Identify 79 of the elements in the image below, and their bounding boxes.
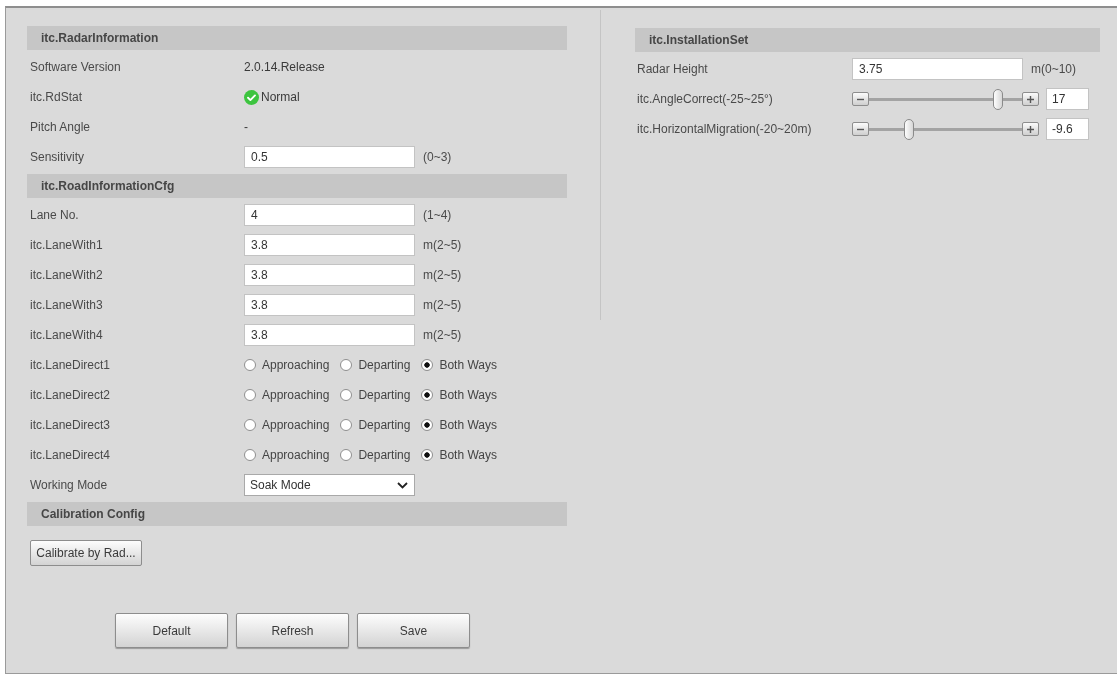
value-text: 2.0.14.Release xyxy=(244,59,325,76)
text-field[interactable]: 0.5 xyxy=(244,146,415,168)
radio-label[interactable]: Departing xyxy=(358,416,411,434)
field-label: itc.LaneDirect3 xyxy=(29,417,112,434)
increase-button[interactable] xyxy=(1022,122,1039,136)
mode-dropdown[interactable]: Soak Mode xyxy=(244,474,415,496)
range-hint: m(0~10) xyxy=(1031,61,1077,78)
action-button[interactable]: Refresh xyxy=(236,613,349,648)
field-label: itc.LaneWith2 xyxy=(29,267,104,284)
chevron-down-icon xyxy=(397,481,408,489)
radio-button[interactable] xyxy=(421,419,434,431)
radio-button[interactable] xyxy=(421,389,434,401)
radio-button[interactable] xyxy=(244,449,256,461)
section-header: Calibration Config xyxy=(27,502,567,526)
radio-button[interactable] xyxy=(244,389,256,401)
decrease-button[interactable] xyxy=(852,122,869,136)
decrease-button[interactable] xyxy=(852,92,869,106)
field-label: Pitch Angle xyxy=(29,119,92,136)
section-header: itc.RadarInformation xyxy=(27,26,567,50)
radio-label[interactable]: Approaching xyxy=(262,386,330,404)
radio-label[interactable]: Both Ways xyxy=(439,446,497,464)
text-field[interactable]: 3.8 xyxy=(244,324,415,346)
slider-thumb[interactable] xyxy=(992,88,1003,110)
radio-label[interactable]: Departing xyxy=(358,386,411,404)
radio-label[interactable]: Approaching xyxy=(262,416,330,434)
radio-button[interactable] xyxy=(244,419,256,431)
text-field[interactable]: 3.8 xyxy=(244,294,415,316)
radio-button[interactable] xyxy=(421,359,434,371)
action-button[interactable]: Default xyxy=(115,613,228,648)
range-hint: m(2~5) xyxy=(423,297,462,314)
field-label: itc.LaneWith4 xyxy=(29,327,104,344)
section-header: itc.InstallationSet xyxy=(635,28,1100,52)
radio-button[interactable] xyxy=(340,449,353,461)
field-label: itc.LaneWith1 xyxy=(29,237,104,254)
check-circle-icon xyxy=(244,89,259,105)
field-label: itc.LaneDirect2 xyxy=(29,387,112,404)
field-label: Radar Height xyxy=(636,61,709,78)
section-header: itc.RoadInformationCfg xyxy=(27,174,567,198)
field-label: itc.LaneWith3 xyxy=(29,297,104,314)
text-field[interactable]: 4 xyxy=(244,204,415,226)
field-label: itc.LaneDirect4 xyxy=(29,447,112,464)
radio-button[interactable] xyxy=(340,359,353,371)
radio-button[interactable] xyxy=(340,389,353,401)
field-label: itc.HorizontalMigration(-20~20m) xyxy=(636,121,813,138)
text-field[interactable]: 3.75 xyxy=(852,58,1023,80)
range-hint: (1~4) xyxy=(423,207,452,224)
increase-button[interactable] xyxy=(1022,92,1039,106)
field-label: Lane No. xyxy=(29,207,80,224)
field-label: Sensitivity xyxy=(29,149,86,166)
plus-icon xyxy=(1026,94,1035,104)
calibrate-button[interactable]: Calibrate by Rad... xyxy=(30,540,142,566)
radio-label[interactable]: Departing xyxy=(358,356,411,374)
field-label: itc.LaneDirect1 xyxy=(29,357,112,374)
radio-button[interactable] xyxy=(421,449,434,461)
range-hint: (0~3) xyxy=(423,149,452,166)
value-field[interactable]: -9.6 xyxy=(1046,118,1089,140)
radio-label[interactable]: Departing xyxy=(358,446,411,464)
radio-label[interactable]: Approaching xyxy=(262,356,330,374)
action-button[interactable]: Save xyxy=(357,613,470,648)
radio-button[interactable] xyxy=(244,359,256,371)
radio-label[interactable]: Both Ways xyxy=(439,386,497,404)
text-field[interactable]: 3.8 xyxy=(244,264,415,286)
text-field[interactable]: 3.8 xyxy=(244,234,415,256)
range-hint: m(2~5) xyxy=(423,237,462,254)
radio-label[interactable]: Both Ways xyxy=(439,416,497,434)
slider-thumb[interactable] xyxy=(903,118,914,140)
radio-label[interactable]: Both Ways xyxy=(439,356,497,374)
field-label: itc.AngleCorrect(-25~25°) xyxy=(636,91,774,108)
plus-icon xyxy=(1026,124,1035,134)
value-text: - xyxy=(244,119,248,136)
range-hint: m(2~5) xyxy=(423,327,462,344)
status-text: Normal xyxy=(261,89,300,106)
field-label: itc.RdStat xyxy=(29,89,84,106)
field-label: Working Mode xyxy=(29,477,109,494)
range-hint: m(2~5) xyxy=(423,267,462,284)
radio-button[interactable] xyxy=(340,419,353,431)
field-label: Software Version xyxy=(29,59,122,76)
value-field[interactable]: 17 xyxy=(1046,88,1089,110)
radio-label[interactable]: Approaching xyxy=(262,446,330,464)
